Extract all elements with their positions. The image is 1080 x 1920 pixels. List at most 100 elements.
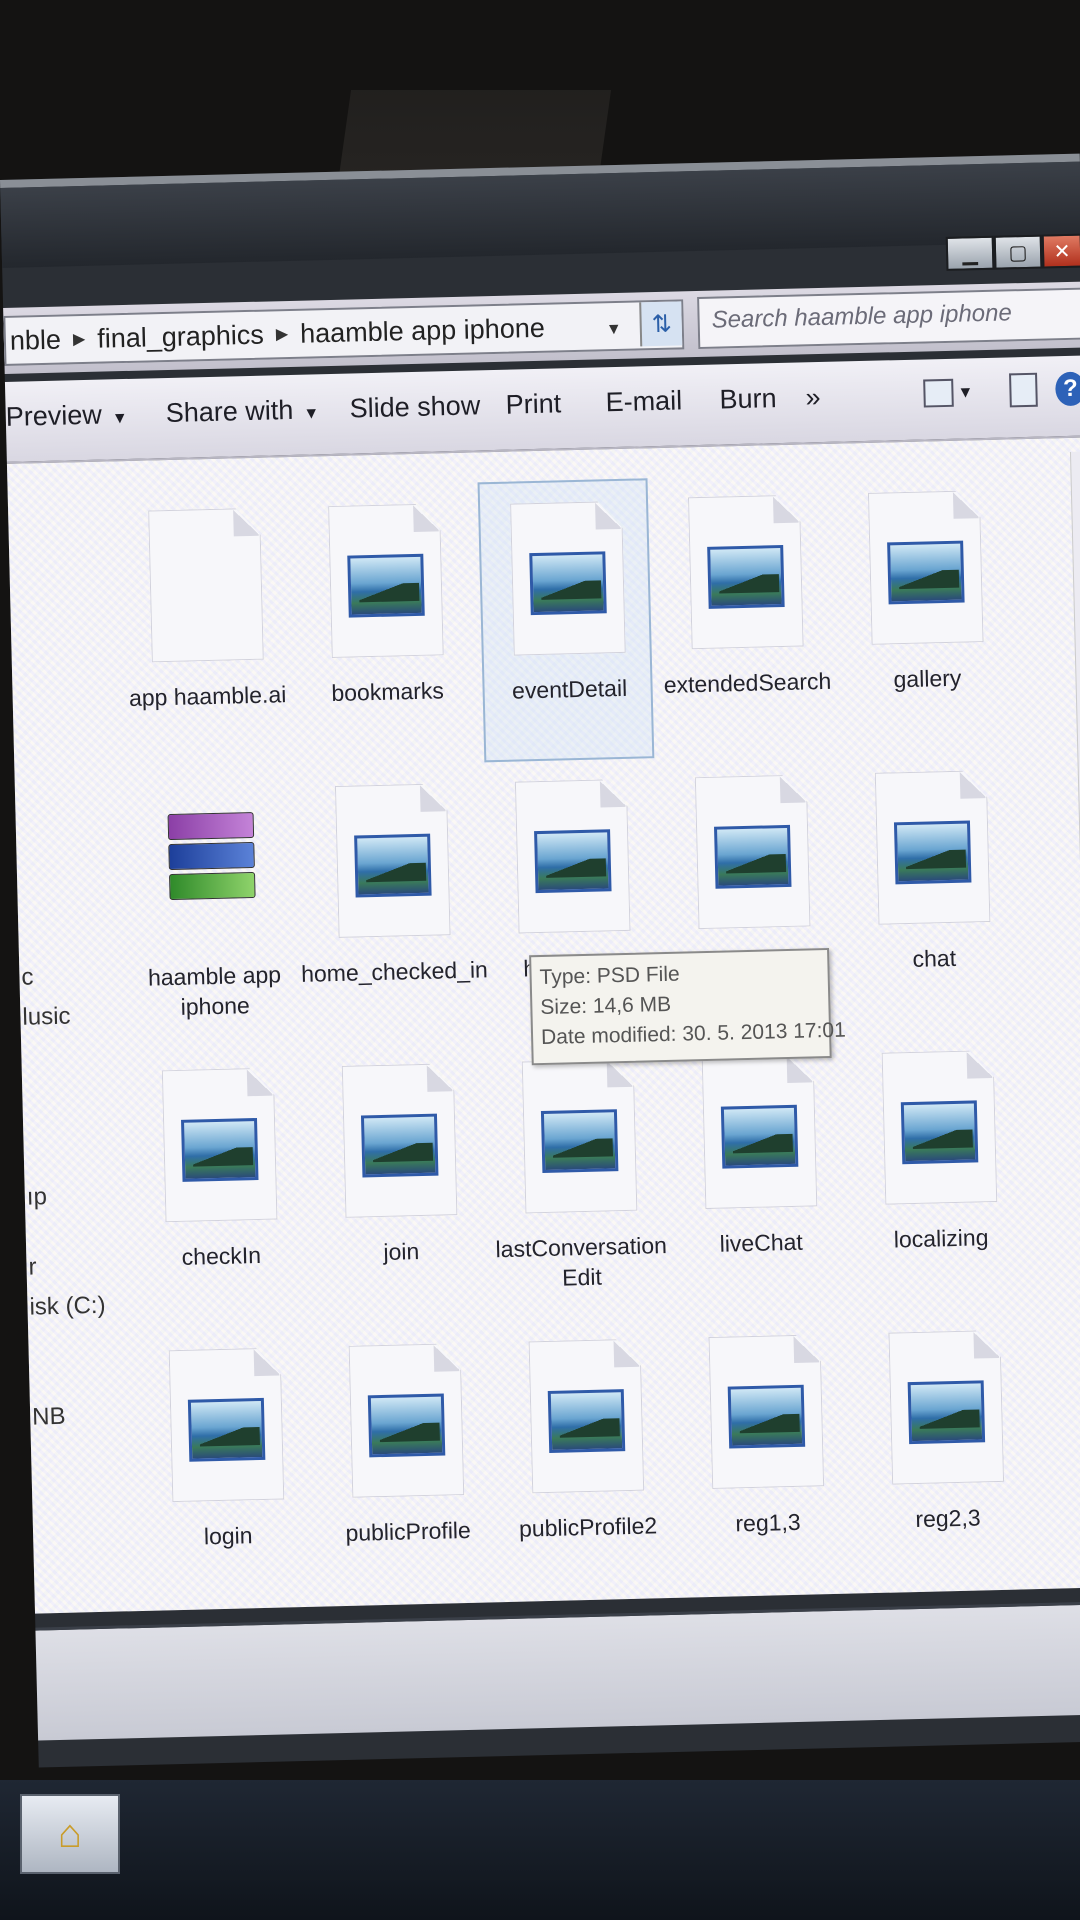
page-fold: [233, 507, 259, 537]
share-with-button[interactable]: Share with ▼: [165, 394, 319, 429]
nav-item[interactable]: NB: [32, 1403, 66, 1432]
file-item[interactable]: home_checked_in: [301, 763, 488, 1047]
file-name: app haamble.ai: [128, 681, 287, 711]
file-item[interactable]: app haamble.ai: [118, 487, 295, 771]
more-button[interactable]: »: [805, 382, 821, 413]
file-item[interactable]: checkIn: [131, 1047, 308, 1331]
nav-item[interactable]: r: [28, 1253, 37, 1281]
chevron-down-icon[interactable]: ▼: [957, 384, 973, 402]
chevron-right-icon[interactable]: ▶: [276, 324, 289, 344]
maximize-icon[interactable]: ▢: [993, 234, 1043, 270]
image-thumbnail-icon: [181, 1118, 259, 1182]
page-fold: [966, 1050, 993, 1079]
archive-volume: [169, 871, 256, 901]
file-item[interactable]: publicProfile2: [498, 1318, 675, 1602]
image-thumbnail-icon: [907, 1380, 986, 1445]
explorer-window: ▁ ▢ ✕ nble ▶ final_graphics ▶ haamble ap…: [0, 153, 1080, 1768]
help-icon[interactable]: ?: [1055, 371, 1080, 407]
file-item[interactable]: publicProfile: [318, 1322, 495, 1606]
page-fold: [246, 1067, 273, 1097]
image-thumbnail-icon: [360, 1113, 439, 1178]
archive-volume: [168, 841, 255, 871]
file-name: reg1,3: [735, 1508, 801, 1537]
minimize-icon[interactable]: ▁: [945, 235, 995, 271]
image-thumbnail-icon: [187, 1397, 266, 1462]
page-fold: [772, 494, 799, 524]
nav-item[interactable]: lusic: [22, 1003, 71, 1032]
file-name: localizing: [893, 1224, 989, 1253]
breadcrumb-item[interactable]: final_graphics: [97, 319, 264, 354]
search-input[interactable]: Search haamble app iphone: [697, 287, 1080, 349]
image-thumbnail-icon: [547, 1389, 626, 1453]
nav-item[interactable]: ıp: [27, 1183, 48, 1211]
breadcrumb-item[interactable]: haamble app iphone: [300, 312, 545, 349]
image-thumbnail-icon: [354, 833, 432, 898]
image-thumbnail-icon: [714, 824, 792, 889]
print-button[interactable]: Print: [505, 388, 561, 420]
chevron-right-icon[interactable]: ▶: [73, 329, 86, 349]
page-fold: [599, 778, 626, 808]
image-thumbnail-icon: [707, 544, 785, 609]
file-item[interactable]: reg2,3: [858, 1309, 1035, 1593]
breadcrumb[interactable]: nble ▶ final_graphics ▶ haamble app ipho…: [3, 299, 685, 366]
file-item[interactable]: reg1,3: [678, 1314, 855, 1598]
file-name: publicProfile2: [518, 1512, 658, 1542]
nav-item[interactable]: isk (C:): [29, 1292, 106, 1322]
image-thumbnail-icon: [887, 540, 965, 605]
email-button[interactable]: E-mail: [605, 385, 682, 418]
chevron-down-icon: ▼: [111, 409, 128, 428]
page-fold: [426, 1063, 453, 1092]
details-pane: [35, 1601, 1080, 1741]
file-item[interactable]: lastConversation Edit: [491, 1038, 668, 1322]
file-name: join: [383, 1238, 420, 1265]
file-item[interactable]: haamble app iphone: [124, 767, 301, 1051]
image-thumbnail-icon: [367, 1393, 446, 1458]
burn-button[interactable]: Burn: [719, 383, 777, 415]
preview-button[interactable]: Preview ▼: [5, 399, 128, 433]
preview-pane-icon[interactable]: [1009, 372, 1038, 408]
file-item[interactable]: chat: [844, 749, 1021, 1033]
file-name: login: [203, 1522, 253, 1550]
change-view-icon[interactable]: [923, 378, 954, 408]
preview-label: Preview: [5, 399, 103, 432]
chevron-down-icon: ▼: [303, 405, 320, 423]
file-item[interactable]: liveChat: [671, 1034, 848, 1318]
chevron-down-icon[interactable]: ▼: [606, 321, 622, 339]
file-item[interactable]: login: [138, 1327, 315, 1611]
image-thumbnail-icon: [720, 1104, 799, 1169]
refresh-icon[interactable]: ⇅: [639, 301, 683, 347]
file-item[interactable]: bookmarks: [298, 483, 475, 767]
file-item[interactable]: gallery: [837, 469, 1014, 753]
file-name: chat: [912, 944, 957, 972]
image-thumbnail-icon: [900, 1100, 979, 1165]
image-thumbnail-icon: [540, 1109, 619, 1174]
file-item[interactable]: eventDetail: [477, 478, 655, 763]
file-name: reg2,3: [915, 1504, 981, 1533]
file-name: lastConversation Edit: [495, 1232, 668, 1291]
file-name: gallery: [893, 664, 962, 693]
page-fold: [253, 1347, 280, 1377]
file-name: checkIn: [181, 1241, 262, 1270]
file-item[interactable]: localizing: [851, 1029, 1028, 1313]
archive-volume: [167, 811, 255, 841]
image-thumbnail-icon: [727, 1384, 806, 1449]
image-thumbnail-icon: [893, 820, 972, 885]
image-thumbnail-icon: [347, 553, 425, 618]
file-tooltip: Type: PSD File Size: 14,6 MB Date modifi…: [529, 947, 846, 1066]
file-name: home_checked_in: [300, 956, 489, 987]
share-with-label: Share with: [165, 394, 294, 429]
file-name: bookmarks: [331, 677, 445, 707]
file-name: haamble app iphone: [147, 961, 282, 1020]
file-item[interactable]: join: [311, 1043, 488, 1327]
folder-icon[interactable]: ⌂: [20, 1794, 120, 1874]
page-fold: [433, 1343, 460, 1372]
file-item[interactable]: extendedSearch: [657, 474, 834, 758]
nav-item[interactable]: c: [21, 963, 34, 991]
page-fold: [779, 774, 806, 804]
image-thumbnail-icon: [529, 551, 607, 616]
breadcrumb-item[interactable]: nble: [10, 324, 62, 356]
taskbar: ⌂: [0, 1780, 1080, 1920]
page-fold: [595, 500, 621, 530]
close-icon[interactable]: ✕: [1041, 233, 1080, 269]
slide-show-button[interactable]: Slide show: [349, 390, 480, 424]
